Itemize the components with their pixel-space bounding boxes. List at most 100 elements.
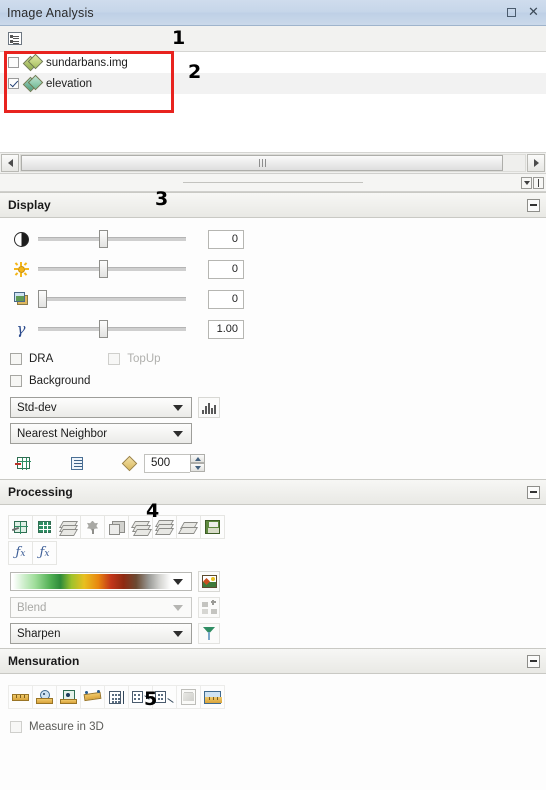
slider-thumb[interactable] bbox=[99, 230, 108, 248]
scrollbar-thumb[interactable] bbox=[21, 155, 503, 171]
splitter-collapse-icon[interactable] bbox=[521, 176, 532, 189]
splitter-divider-icon[interactable] bbox=[533, 176, 544, 189]
sharpness-slider[interactable] bbox=[38, 290, 186, 308]
layer-name: sundarbans.img bbox=[46, 56, 128, 69]
measure-target-icon[interactable] bbox=[56, 685, 81, 709]
list-item[interactable]: elevation bbox=[0, 73, 546, 94]
annotation-number: 4 bbox=[146, 500, 160, 522]
colormap-row bbox=[0, 571, 546, 592]
scale-bar-icon[interactable] bbox=[200, 685, 225, 709]
slider-thumb[interactable] bbox=[38, 290, 47, 308]
gamma-slider[interactable] bbox=[38, 320, 186, 338]
adjust-icon[interactable] bbox=[64, 451, 90, 475]
topup-label: TopUp bbox=[127, 353, 161, 365]
contrast-value[interactable]: 0 bbox=[208, 229, 244, 249]
slider-thumb[interactable] bbox=[99, 320, 108, 338]
window-titlebar: Image Analysis ✕ bbox=[0, 0, 546, 26]
restore-window-icon[interactable] bbox=[505, 6, 518, 19]
section-header-display[interactable]: Display bbox=[0, 192, 546, 218]
close-window-icon[interactable]: ✕ bbox=[527, 6, 540, 19]
scroll-left-arrow-icon[interactable] bbox=[1, 154, 19, 172]
section-title: Processing bbox=[8, 485, 73, 499]
panel-splitter[interactable] bbox=[0, 174, 546, 192]
display-buttons-row: 500 bbox=[0, 451, 546, 475]
processing-toolbar-row-2: ƒx ƒx bbox=[0, 541, 546, 565]
subset-image-icon[interactable] bbox=[8, 515, 33, 539]
resample-row: Nearest Neighbor bbox=[0, 423, 546, 444]
gamma-value[interactable]: 1.00 bbox=[208, 319, 244, 339]
histogram-icon[interactable] bbox=[198, 397, 220, 418]
topup-checkbox bbox=[108, 353, 121, 365]
measure-3d-checkbox[interactable] bbox=[10, 721, 22, 733]
checkbox-row-measure-3d: Measure in 3D bbox=[0, 716, 546, 738]
funnel-icon[interactable] bbox=[198, 623, 220, 644]
transparency-icon bbox=[118, 451, 144, 475]
annotation-number: 5 bbox=[144, 688, 158, 710]
layers-toolbar bbox=[0, 26, 546, 52]
spinner-down-icon[interactable] bbox=[190, 463, 205, 472]
raster-layer-icon bbox=[22, 74, 44, 93]
stretch-dropdown[interactable]: Std-dev bbox=[10, 397, 192, 418]
measure-3d-label: Measure in 3D bbox=[29, 721, 104, 733]
building-height-icon[interactable] bbox=[104, 685, 129, 709]
save-icon[interactable] bbox=[200, 515, 225, 539]
contrast-slider[interactable] bbox=[38, 230, 186, 248]
section-header-mensuration[interactable]: Mensuration bbox=[0, 648, 546, 674]
list-properties-icon[interactable] bbox=[4, 28, 25, 49]
horizontal-scrollbar[interactable] bbox=[0, 153, 546, 174]
grid-icon[interactable] bbox=[32, 515, 57, 539]
blend-dropdown: Blend bbox=[10, 597, 192, 618]
slider-thumb[interactable] bbox=[99, 260, 108, 278]
sharpness-icon bbox=[8, 287, 34, 311]
layer-visibility-checkbox[interactable] bbox=[8, 57, 19, 68]
brightness-value[interactable]: 0 bbox=[208, 259, 244, 279]
collapse-icon[interactable] bbox=[527, 198, 540, 212]
section-title: Display bbox=[8, 198, 51, 212]
formula-icon[interactable]: ƒx bbox=[32, 541, 57, 565]
annotation-number: 3 bbox=[155, 188, 169, 210]
threshold-value[interactable]: 500 bbox=[144, 453, 190, 473]
brightness-slider[interactable] bbox=[38, 260, 186, 278]
section-header-processing[interactable]: Processing bbox=[0, 479, 546, 505]
scroll-right-arrow-icon[interactable] bbox=[527, 154, 545, 172]
leaf-icon bbox=[80, 515, 105, 539]
chevron-down-icon bbox=[173, 630, 183, 637]
colormap-gradient bbox=[13, 574, 171, 589]
scrollbar-track[interactable] bbox=[20, 154, 526, 172]
report-icon bbox=[176, 685, 201, 709]
background-checkbox[interactable] bbox=[10, 375, 22, 387]
colormap-dropdown[interactable] bbox=[10, 572, 192, 591]
function-icon[interactable]: ƒx bbox=[8, 541, 33, 565]
spinner-up-icon[interactable] bbox=[190, 454, 205, 463]
blend-row: Blend bbox=[0, 597, 546, 618]
measure-area-icon[interactable] bbox=[80, 685, 105, 709]
stretch-value: Std-dev bbox=[17, 401, 57, 414]
picture-icon[interactable] bbox=[198, 571, 220, 592]
splitter-buttons bbox=[521, 176, 544, 189]
sharpness-value[interactable]: 0 bbox=[208, 289, 244, 309]
section-body-mensuration: Measure in 3D bbox=[0, 674, 546, 742]
resample-dropdown[interactable]: Nearest Neighbor bbox=[10, 423, 192, 444]
slider-row-contrast: 0 bbox=[0, 224, 546, 254]
filter-dropdown[interactable]: Sharpen bbox=[10, 623, 192, 644]
annotation-number: 2 bbox=[188, 61, 202, 83]
dra-checkbox[interactable] bbox=[10, 353, 22, 365]
slider-row-sharpness: 0 bbox=[0, 284, 546, 314]
resample-value: Nearest Neighbor bbox=[17, 427, 108, 440]
collapse-icon[interactable] bbox=[527, 485, 540, 499]
threshold-spinner[interactable] bbox=[190, 454, 205, 472]
chevron-down-icon bbox=[173, 404, 183, 411]
layer-list[interactable]: sundarbans.img elevation bbox=[0, 52, 546, 153]
background-label: Background bbox=[29, 375, 91, 387]
list-item[interactable]: sundarbans.img bbox=[0, 52, 546, 73]
image-analysis-panel: Image Analysis ✕ sundarbans.img elevatio… bbox=[0, 0, 546, 790]
section-body-display: 0 0 0 γ 1.00 DRA TopUp Background Std-de… bbox=[0, 218, 546, 479]
measure-point-icon[interactable] bbox=[32, 685, 57, 709]
collapse-icon[interactable] bbox=[527, 654, 540, 668]
add-layer-icon bbox=[198, 597, 220, 618]
layer-visibility-checkbox[interactable] bbox=[8, 78, 19, 89]
gamma-icon: γ bbox=[16, 320, 26, 338]
processing-toolbar-row-1 bbox=[0, 515, 546, 539]
add-band-icon[interactable] bbox=[10, 451, 36, 475]
measure-distance-icon[interactable] bbox=[8, 685, 33, 709]
